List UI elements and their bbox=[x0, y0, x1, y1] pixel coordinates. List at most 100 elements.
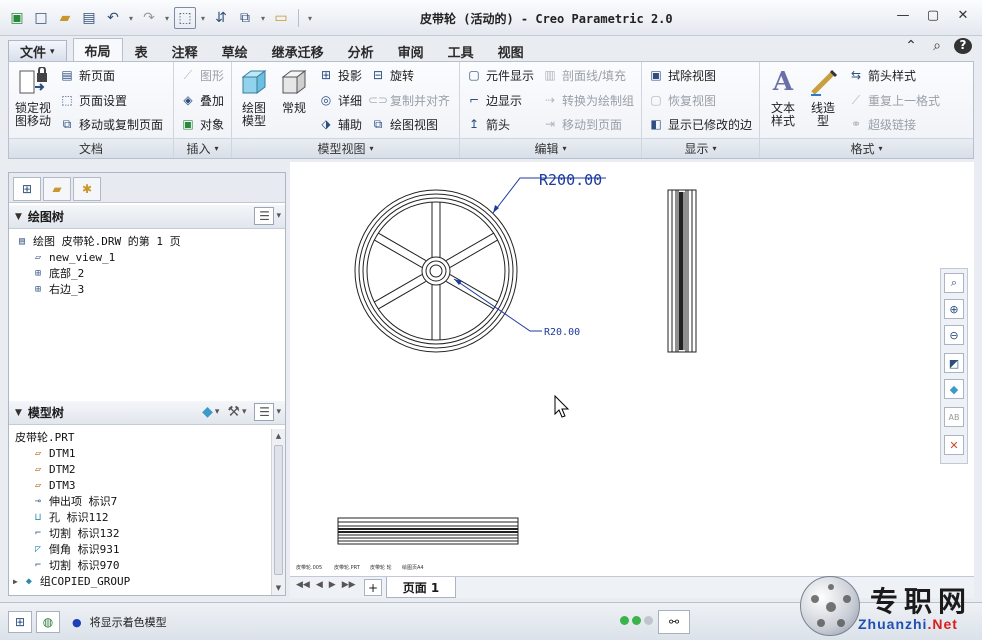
line-style-button[interactable]: 线造 型 bbox=[806, 66, 840, 128]
search-icon[interactable]: ⌕ bbox=[928, 38, 946, 54]
tab-view[interactable]: 视图 bbox=[486, 40, 536, 62]
model-tree-tab[interactable]: ⊞ bbox=[13, 177, 41, 201]
regenerate-icon[interactable]: ⇵ bbox=[210, 7, 232, 29]
windows-icon[interactable]: ⧉ bbox=[234, 7, 256, 29]
tab-table[interactable]: 表 bbox=[123, 40, 160, 62]
chevron-down-icon[interactable]: ▾ bbox=[215, 407, 220, 417]
scroll-up-icon[interactable]: ▲ bbox=[272, 429, 285, 443]
tab-tools[interactable]: 工具 bbox=[436, 40, 486, 62]
arrow-style-button[interactable]: ⇆ 箭头样式 bbox=[848, 65, 916, 85]
bottom-view[interactable] bbox=[337, 517, 519, 545]
text-style-button[interactable]: A 文本 样式 bbox=[766, 66, 800, 128]
collapse-triangle-icon[interactable]: ▼ bbox=[15, 408, 22, 418]
section-line-button[interactable]: ▥ 剖面线/填充 bbox=[542, 65, 626, 85]
repeat-format-button[interactable]: ⟋ 重复上一格式 bbox=[848, 90, 940, 110]
tree-settings-icon[interactable]: ☰ bbox=[254, 207, 275, 225]
page-tab-1[interactable]: 页面 1 bbox=[386, 577, 456, 598]
first-page-icon[interactable]: ◀◀ bbox=[296, 580, 310, 590]
tree-item[interactable]: ◸ 倒角 标识931 bbox=[13, 541, 275, 557]
tree-item[interactable]: ⌐ 切割 标识132 bbox=[13, 525, 275, 541]
close-icon[interactable]: ✕ bbox=[950, 4, 976, 26]
minimize-icon[interactable]: — bbox=[890, 4, 916, 26]
tab-sketch[interactable]: 草绘 bbox=[210, 40, 260, 62]
prev-page-icon[interactable]: ◀ bbox=[316, 580, 323, 590]
close-window-icon[interactable]: ▭ bbox=[270, 7, 292, 29]
tab-legacy-migration[interactable]: 继承迁移 bbox=[260, 40, 336, 62]
undo-icon[interactable]: ↶ bbox=[102, 7, 124, 29]
open-folder-icon[interactable]: ▰ bbox=[54, 7, 76, 29]
page-setup-button[interactable]: ⬚ 页面设置 bbox=[59, 90, 127, 110]
tab-annotate[interactable]: 注释 bbox=[160, 40, 210, 62]
chevron-down-icon[interactable]: ▾ bbox=[276, 211, 281, 221]
scroll-thumb[interactable] bbox=[274, 445, 283, 575]
tree-item[interactable]: ⊸ 伸出项 标识7 bbox=[13, 493, 275, 509]
refit-icon[interactable]: ⌕ bbox=[944, 273, 964, 293]
resume-view-button[interactable]: ▢ 恢复视图 bbox=[648, 90, 716, 110]
drawing-view-button[interactable]: ⧉ 绘图视图 bbox=[370, 114, 438, 134]
projection-view-button[interactable]: ⊞ 投影 bbox=[318, 65, 362, 85]
group-label-insert[interactable]: 插入 ▾ bbox=[174, 138, 231, 158]
tree-item[interactable]: ⊔ 孔 标识112 bbox=[13, 509, 275, 525]
edge-display-button[interactable]: ⌐ 边显示 bbox=[466, 90, 522, 110]
tree-item[interactable]: ⊞ 右边_3 bbox=[13, 281, 275, 297]
toggle-navigator-icon[interactable]: ⊞ bbox=[8, 611, 32, 633]
convert-group-button[interactable]: ⇢ 转换为绘制组 bbox=[542, 90, 634, 110]
group-label-model-views[interactable]: 模型视图 ▾ bbox=[232, 138, 459, 158]
graphic-button[interactable]: ⟋ 图形 bbox=[180, 65, 224, 85]
tree-item[interactable]: ⌐ 切割 标识970 bbox=[13, 557, 275, 573]
find-binoculars-icon[interactable]: ⚯ bbox=[658, 610, 690, 634]
favorites-tab[interactable]: ✱ bbox=[73, 177, 101, 201]
display-style-icon[interactable]: ◆ bbox=[944, 379, 964, 399]
graphics-area[interactable]: R200.00 R20.00 皮带轮.005 皮带轮.PRT 皮带轮 轮 绘图页… bbox=[290, 162, 974, 576]
dimension-outer[interactable]: R200.00 bbox=[492, 171, 606, 214]
zoom-in-icon[interactable]: ⊕ bbox=[944, 299, 964, 319]
model-tree-scrollbar[interactable]: ▲ ▼ bbox=[271, 429, 285, 595]
select-dropdown-icon[interactable]: ▾ bbox=[198, 14, 208, 23]
save-icon[interactable]: ▤ bbox=[78, 7, 100, 29]
folder-browser-tab[interactable]: ▰ bbox=[43, 177, 71, 201]
tree-item[interactable]: ▱ DTM2 bbox=[13, 461, 275, 477]
annotation-display-icon[interactable]: AB bbox=[944, 407, 964, 427]
erase-view-button[interactable]: ▣ 拭除视图 bbox=[648, 65, 716, 85]
revolved-view-button[interactable]: ⊟ 旋转 bbox=[370, 65, 414, 85]
collapse-triangle-icon[interactable]: ▼ bbox=[15, 212, 22, 222]
tab-file[interactable]: 文件 ▾ bbox=[8, 40, 67, 62]
windows-dropdown-icon[interactable]: ▾ bbox=[258, 14, 268, 23]
tab-layout[interactable]: 布局 bbox=[72, 38, 123, 62]
move-to-page-button[interactable]: ⇥ 移动到页面 bbox=[542, 114, 622, 134]
select-box-icon[interactable]: ⬚ bbox=[174, 7, 196, 29]
tree-item[interactable]: ▤ 绘图 皮带轮.DRW 的第 1 页 bbox=[13, 233, 275, 249]
toggle-browser-icon[interactable]: ◍ bbox=[36, 611, 60, 633]
redo-icon[interactable]: ↷ bbox=[138, 7, 160, 29]
model-tree-header[interactable]: ▼ 模型树 ◆ ▾ ⚒ ▾ ☰ ▾ bbox=[9, 401, 285, 425]
auxiliary-view-button[interactable]: ⬗ 辅助 bbox=[318, 114, 362, 134]
tree-item[interactable]: ▱ DTM3 bbox=[13, 477, 275, 493]
maximize-icon[interactable]: ▢ bbox=[920, 4, 946, 26]
expand-arrow-icon[interactable]: ▶ bbox=[13, 577, 18, 586]
group-label-display[interactable]: 显示 ▾ bbox=[642, 138, 759, 158]
overlay-button[interactable]: ◈ 叠加 bbox=[180, 90, 224, 110]
minimize-ribbon-icon[interactable]: ⌃ bbox=[902, 38, 920, 54]
right-side-view[interactable] bbox=[667, 189, 697, 353]
tab-analysis[interactable]: 分析 bbox=[336, 40, 386, 62]
tree-item[interactable]: ▱ DTM1 bbox=[13, 445, 275, 461]
add-page-button[interactable]: + bbox=[364, 579, 382, 596]
last-page-icon[interactable]: ▶▶ bbox=[342, 580, 356, 590]
scroll-down-icon[interactable]: ▼ bbox=[272, 581, 285, 595]
next-page-icon[interactable]: ▶ bbox=[329, 580, 336, 590]
move-copy-pages-button[interactable]: ⧉ 移动或复制页面 bbox=[59, 114, 163, 134]
lock-view-move-button[interactable]: 锁定视图移动 bbox=[11, 66, 55, 128]
chevron-down-icon[interactable]: ▾ bbox=[242, 407, 247, 417]
tools-hammer-icon[interactable]: ⚒ bbox=[227, 404, 240, 420]
drawing-tree-header[interactable]: ▼ 绘图树 ☰ ▾ bbox=[9, 205, 285, 229]
tab-review[interactable]: 审阅 bbox=[386, 40, 436, 62]
chevron-down-icon[interactable]: ▾ bbox=[276, 407, 281, 417]
help-icon[interactable]: ? bbox=[954, 38, 972, 54]
app-logo-icon[interactable]: ▣ bbox=[6, 7, 28, 29]
drawing-models-button[interactable]: 绘图 模型 bbox=[236, 66, 272, 128]
object-button[interactable]: ▣ 对象 bbox=[180, 114, 224, 134]
arrow-button[interactable]: ↥ 箭头 bbox=[466, 114, 510, 134]
tree-item[interactable]: 皮带轮.PRT bbox=[13, 429, 275, 445]
tree-item[interactable]: ▱ new_view_1 bbox=[13, 249, 275, 265]
tree-item[interactable]: ▶ ◆ 组COPIED_GROUP bbox=[13, 573, 275, 589]
